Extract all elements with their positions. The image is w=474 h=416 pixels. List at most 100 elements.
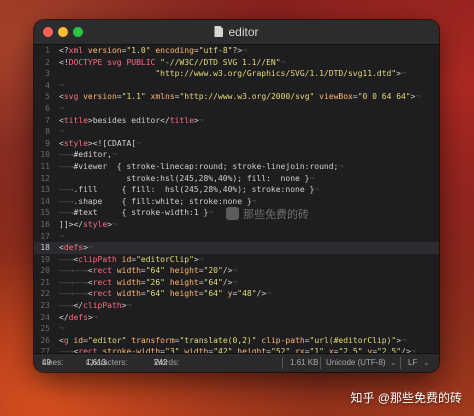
- code-line[interactable]: 2 <!DOCTYPE svg PUBLIC "-//W3C//DTD SVG 1…: [34, 57, 439, 69]
- code-text: ¬: [59, 104, 64, 113]
- code-token: #text { stroke-width:1 }: [73, 208, 209, 218]
- line-ending-chevron-icon[interactable]: ⌄: [423, 354, 430, 372]
- code-token: "26": [145, 277, 165, 287]
- code-token: />: [256, 289, 267, 299]
- invisible-char-marker: ¬: [400, 69, 406, 79]
- code-text: <?xml version="1.0" encoding="utf-8"?>¬: [59, 46, 247, 55]
- code-text: <g id="editor" transform="translate(0,2)…: [59, 336, 406, 345]
- code-token: "url(#editorClip)": [309, 335, 397, 345]
- file-size: 1.61 KB: [290, 358, 319, 367]
- code-line[interactable]: 9 <style><![CDATA[¬: [34, 138, 439, 150]
- code-token: title: [169, 115, 194, 125]
- code-text: ——→#editor,¬: [59, 150, 117, 159]
- code-token: .fill { fill: hsl(245,28%,40%); stroke:n…: [73, 185, 315, 195]
- invisible-char-marker: ¬: [338, 161, 344, 171]
- encoding-selector[interactable]: Unicode (UTF-8): [326, 354, 386, 372]
- code-line[interactable]: 8 ¬: [34, 126, 439, 138]
- code-token: "-//W3C//DTD SVG 1.1//EN": [160, 57, 281, 67]
- code-line[interactable]: 19 ——→<clipPath id="editorClip">¬: [34, 254, 439, 266]
- code-text: ——→——→<rect width="64" height="20"/>¬: [59, 266, 237, 275]
- invisible-char-marker: ¬: [266, 289, 272, 299]
- line-number: 9: [45, 138, 50, 148]
- code-token: svg: [63, 92, 79, 102]
- watermark-text: 那些免费的砖: [243, 209, 309, 221]
- code-token: style: [83, 219, 108, 229]
- code-token: rect: [92, 277, 112, 287]
- code-token: clip-path: [256, 335, 305, 345]
- code-line[interactable]: 1 <?xml version="1.0" encoding="utf-8"?>¬: [34, 45, 439, 57]
- code-token: "64": [203, 277, 223, 287]
- code-text: ¬: [59, 81, 64, 90]
- line-number: 25: [40, 324, 50, 334]
- code-token: xml: [68, 46, 84, 55]
- line-ending-selector[interactable]: LF: [408, 354, 417, 372]
- code-editor[interactable]: 1 <?xml version="1.0" encoding="utf-8"?>¬…: [34, 45, 439, 354]
- code-line[interactable]: 3 "http://www.w3.org/Graphics/SVG/1.1/DT…: [34, 68, 439, 80]
- invisible-char-marker: ¬: [59, 231, 64, 241]
- code-token: "editorClip": [136, 254, 194, 264]
- code-line[interactable]: 17 ¬: [34, 231, 439, 243]
- code-token: "0 0 64 64": [357, 92, 411, 102]
- invisible-char-marker: ¬: [136, 138, 141, 148]
- code-token: transform: [126, 335, 175, 345]
- code-token: <?: [59, 46, 69, 55]
- code-line[interactable]: 4 ¬: [34, 80, 439, 92]
- line-number: 3: [45, 69, 50, 79]
- code-line[interactable]: 12 stroke:hsl(245,28%,40%); fill: none }…: [34, 173, 439, 185]
- line-number: 26: [40, 335, 50, 345]
- code-text: ——→#viewer { stroke-linecap:round; strok…: [59, 162, 343, 171]
- title-bar[interactable]: editor: [34, 20, 439, 45]
- code-line[interactable]: 23 ——→</clipPath>¬: [34, 300, 439, 312]
- line-number: 21: [40, 277, 50, 287]
- line-number: 6: [45, 103, 50, 113]
- window-title: editor: [34, 20, 439, 44]
- editor-window: editor 1 <?xml version="1.0" encoding="ut…: [34, 20, 439, 372]
- status-separator: [320, 357, 321, 369]
- code-text: ——→——→<rect width="26" height="64"/>¬: [59, 278, 237, 287]
- invisible-char-marker: ¬: [280, 57, 286, 67]
- code-token: height: [165, 277, 199, 287]
- code-token: version: [83, 46, 122, 55]
- line-number: 13: [40, 185, 50, 195]
- code-token: stroke:hsl(245,28%,40%); fill: none }: [59, 173, 310, 183]
- status-separator: [282, 357, 283, 369]
- line-number: 14: [40, 196, 50, 206]
- code-token: rect: [92, 266, 112, 276]
- invisible-char-marker: ——→: [59, 185, 74, 195]
- code-token: "64": [203, 289, 223, 299]
- code-line[interactable]: 6 ¬: [34, 103, 439, 115]
- line-number: 17: [40, 231, 50, 241]
- code-line[interactable]: 5 <svg version="1.1" xmlns="http://www.w3…: [34, 91, 439, 103]
- code-line[interactable]: 21 ——→——→<rect width="26" height="64"/>¬: [34, 277, 439, 289]
- code-line[interactable]: 11 ——→#viewer { stroke-linecap:round; str…: [34, 161, 439, 173]
- code-line[interactable]: 20 ——→——→<rect width="64" height="20"/>¬: [34, 265, 439, 277]
- code-token: clipPath: [78, 254, 117, 264]
- code-line[interactable]: 10 ——→#editor,¬: [34, 149, 439, 161]
- encoding-chevron-icon[interactable]: ⌄: [390, 354, 397, 372]
- code-token: title: [63, 115, 88, 125]
- code-line[interactable]: 22 ——→——→<rect width="64" height="64" y="…: [34, 288, 439, 300]
- code-token: .shape { fill:white; stroke:none }: [73, 196, 252, 206]
- invisible-char-marker: ¬: [59, 324, 64, 334]
- code-token: height: [165, 266, 199, 276]
- code-text: <!DOCTYPE svg PUBLIC "-//W3C//DTD SVG 1.…: [59, 58, 285, 67]
- line-number: 23: [40, 301, 50, 311]
- code-token: y: [222, 289, 233, 299]
- code-line[interactable]: 26 <g id="editor" transform="translate(0,…: [34, 335, 439, 347]
- window-title-text: editor: [228, 25, 259, 39]
- invisible-char-marker: ¬: [87, 243, 93, 253]
- code-line[interactable]: 24 </defs>¬: [34, 312, 439, 324]
- code-token: xmlns: [145, 92, 175, 102]
- code-line[interactable]: 13 ——→.fill { fill: hsl(245,28%,40%); str…: [34, 184, 439, 196]
- code-token: viewBox: [314, 92, 353, 102]
- code-token: "1.0": [126, 46, 151, 55]
- invisible-char-marker: ¬: [251, 196, 257, 206]
- invisible-char-marker: ¬: [401, 335, 406, 345]
- code-line[interactable]: 25 ¬: [34, 323, 439, 335]
- line-number: 12: [40, 173, 50, 183]
- invisible-char-marker: ——→——→: [59, 266, 88, 276]
- code-token: "translate(0,2)": [179, 335, 257, 345]
- code-text: <title>besides editor</title>¬: [59, 116, 204, 125]
- code-line[interactable]: 7 <title>besides editor</title>¬: [34, 115, 439, 127]
- code-line[interactable]: 18 <defs>¬: [34, 242, 439, 254]
